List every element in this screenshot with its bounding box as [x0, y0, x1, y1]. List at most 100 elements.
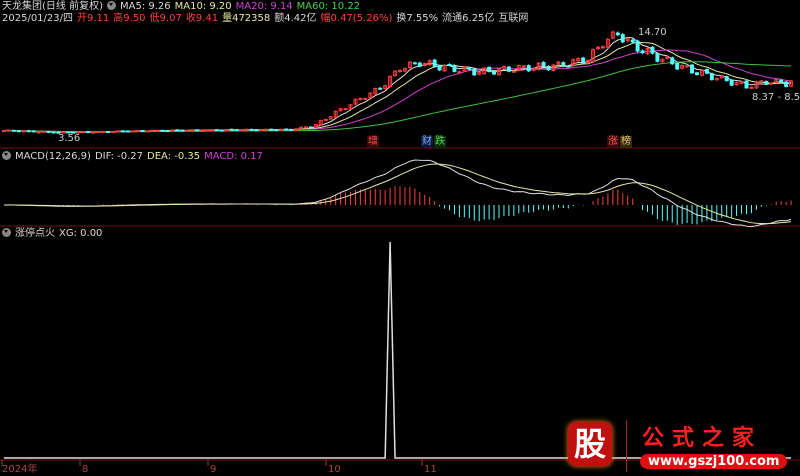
event-tag[interactable]: 增 — [367, 136, 379, 148]
candle-body — [204, 129, 209, 132]
candle-body — [487, 66, 492, 72]
dropdown-icon[interactable] — [2, 151, 11, 160]
candle-body — [200, 129, 204, 132]
candle-body — [120, 130, 125, 133]
candle-body — [229, 128, 234, 131]
candle-body — [6, 129, 11, 132]
macd-title: MACD(12,26,9) — [15, 151, 91, 162]
candle-body — [239, 129, 244, 132]
axis-label: 10 — [328, 464, 341, 475]
candle-body — [690, 64, 695, 74]
event-tag[interactable]: 财 — [421, 136, 433, 148]
candle-body — [729, 79, 734, 86]
candle-body — [145, 130, 150, 133]
candle-body — [561, 62, 566, 67]
logo-url: www.gszj100.com — [640, 454, 788, 469]
candle-body — [115, 130, 120, 133]
candle-body — [472, 68, 477, 76]
candle-body — [185, 129, 190, 132]
candle-body — [21, 130, 26, 133]
candle-body — [190, 129, 195, 132]
candle-body — [546, 65, 551, 71]
event-tag[interactable]: 涨 — [607, 136, 619, 148]
candle-body — [150, 129, 155, 132]
candle-body — [249, 128, 254, 131]
candle-body — [492, 70, 497, 75]
candle-body — [323, 118, 328, 121]
candle-body — [749, 86, 754, 89]
candle-body — [378, 87, 383, 90]
candle-body — [81, 131, 86, 134]
macd-dif: DIF: -0.27 — [94, 151, 143, 162]
ma10-line — [3, 41, 792, 133]
candle-body — [303, 126, 308, 129]
candle-body — [175, 129, 180, 132]
candle-body — [135, 129, 140, 132]
candle-body — [130, 130, 135, 133]
axis-label: 9 — [210, 464, 216, 475]
candle-body — [581, 57, 586, 64]
logo-char: 股 — [568, 422, 612, 466]
candle-body — [343, 108, 348, 111]
candle-body — [195, 129, 200, 132]
candle-body — [620, 34, 625, 43]
candle-body — [51, 131, 56, 134]
event-tag[interactable]: 榜 — [620, 136, 632, 148]
macd-dea: DEA: -0.35 — [147, 151, 201, 162]
candle-body — [650, 46, 655, 54]
candle-body — [41, 130, 46, 133]
dea-line — [3, 163, 792, 225]
candle-body — [31, 130, 36, 133]
candle-body — [244, 128, 249, 131]
logo-name: 公式之家 — [642, 426, 763, 451]
candle-body — [165, 130, 170, 133]
candle-body — [635, 40, 640, 52]
macd-header: MACD(12,26,9) DIF: -0.27 DEA: -0.35 MACD: 0… — [2, 151, 267, 163]
ma5-line — [3, 36, 792, 133]
candle-body — [417, 62, 422, 67]
range-label: 8.37 - 8.51 — [752, 92, 800, 103]
candle-body — [274, 129, 279, 132]
candle-body — [432, 59, 437, 67]
candle-body — [521, 65, 526, 68]
macd-value: MACD: 0.17 — [204, 151, 263, 162]
candle-body — [467, 67, 472, 70]
candle-body — [695, 72, 699, 75]
xg-value: XG: 0.00 — [59, 228, 103, 239]
event-tag[interactable]: 跌 — [434, 136, 446, 148]
candle-body — [412, 62, 417, 65]
high-price-label: 14.70 — [638, 27, 667, 38]
candle-body — [46, 131, 51, 134]
candle-body — [2, 130, 6, 133]
candle-body — [219, 129, 224, 132]
candle-body — [254, 129, 259, 132]
candle-body — [452, 65, 457, 72]
candle-body — [86, 131, 91, 134]
candle-body — [269, 128, 274, 131]
candle-body — [437, 65, 442, 71]
candle-body — [214, 129, 219, 132]
dropdown-icon[interactable] — [2, 228, 11, 237]
candle-body — [36, 131, 41, 134]
candle-body — [764, 80, 769, 85]
candle-body — [744, 80, 749, 89]
chart-canvas[interactable]: 2024年 8 9 10 11 14.70 3.56 8.37 - 8.51 — [0, 0, 800, 476]
candle-body — [724, 76, 729, 82]
candle-body — [91, 131, 96, 134]
candle-body — [96, 130, 101, 133]
axis-label: 2024年 — [2, 462, 37, 475]
candle-body — [363, 97, 368, 100]
candle-body — [541, 61, 546, 67]
candle-body — [284, 128, 289, 131]
candle-body — [655, 53, 660, 62]
candle-body — [125, 130, 130, 133]
candle-body — [447, 64, 452, 67]
candle-body — [685, 65, 690, 68]
candle-body — [289, 128, 294, 131]
candle-body — [264, 128, 269, 131]
candle-body — [160, 129, 165, 132]
candle-body — [709, 73, 714, 81]
candle-body — [675, 63, 680, 70]
xg-header: 涨停点火 XG: 0.00 — [2, 228, 106, 240]
candle-body — [308, 126, 313, 129]
